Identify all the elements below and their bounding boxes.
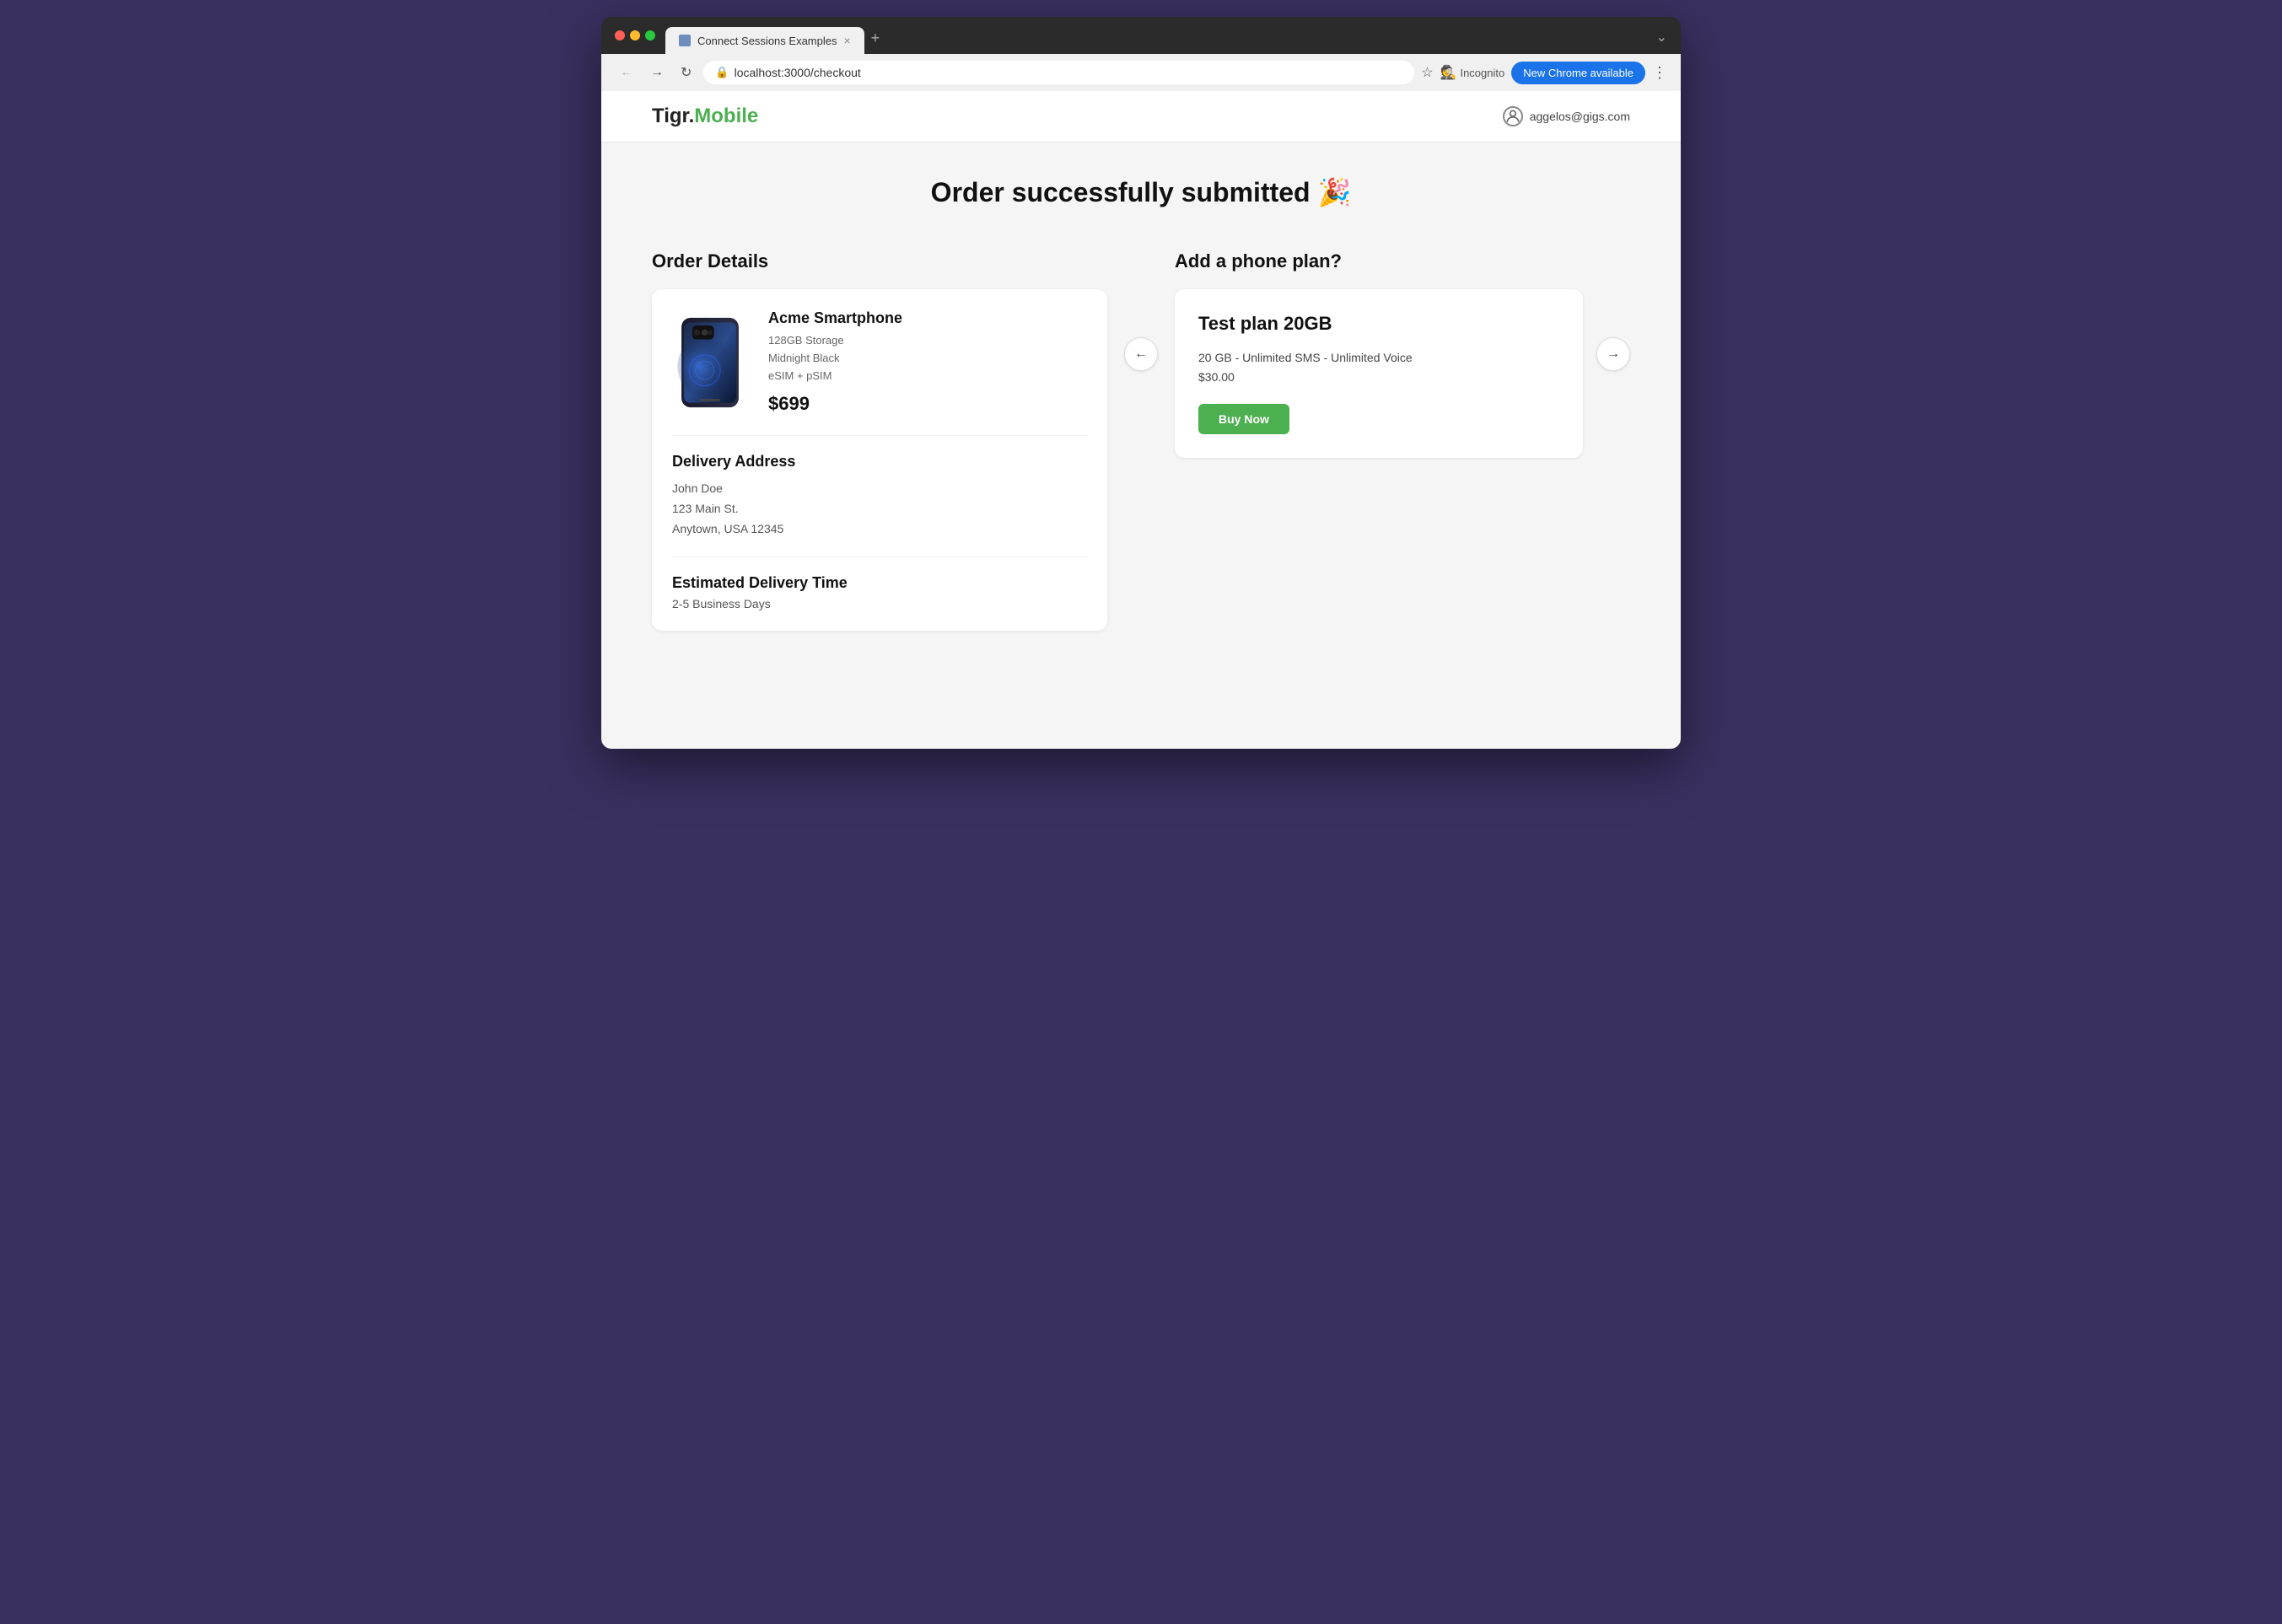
buy-now-button[interactable]: Buy Now [1198, 404, 1289, 434]
delivery-title: Delivery Address [672, 453, 1087, 471]
logo-green: Mobile [694, 105, 758, 127]
browser-titlebar: Connect Sessions Examples × + ⌄ [601, 17, 1681, 54]
phone-plan-title: Add a phone plan? [1175, 250, 1583, 272]
plan-card: Test plan 20GB 20 GB - Unlimited SMS - U… [1175, 289, 1583, 458]
estimated-delivery-section: Estimated Delivery Time 2-5 Business Day… [672, 557, 1087, 610]
site-header: Tigr.Mobile aggelos@gigs.com [601, 91, 1681, 143]
tab-title: Connect Sessions Examples [697, 35, 837, 47]
product-name: Acme Smartphone [768, 309, 1087, 327]
plan-price: $30.00 [1198, 370, 1559, 384]
bookmark-button[interactable]: ☆ [1421, 64, 1433, 81]
delivery-city: Anytown, USA 12345 [672, 519, 1087, 540]
new-tab-button[interactable]: + [864, 30, 887, 54]
delivery-street: 123 Main St. [672, 499, 1087, 519]
close-traffic-light[interactable] [615, 30, 625, 40]
phone-plan-column: ← Add a phone plan? Test plan 20GB 20 GB… [1175, 250, 1630, 458]
minimize-traffic-light[interactable] [630, 30, 640, 40]
user-avatar-icon [1503, 106, 1523, 126]
phone-image [672, 316, 748, 409]
plan-name: Test plan 20GB [1198, 313, 1559, 335]
tab-favicon [679, 35, 691, 46]
traffic-lights [615, 30, 655, 51]
page-content: Tigr.Mobile aggelos@gigs.com Order succe… [601, 91, 1681, 749]
estimated-delivery-title: Estimated Delivery Time [672, 574, 1087, 592]
plan-next-button[interactable]: → [1596, 337, 1630, 371]
order-card: Acme Smartphone 128GB Storage Midnight B… [652, 289, 1107, 631]
site-logo: Tigr.Mobile [652, 105, 758, 128]
reload-button[interactable]: ↻ [675, 61, 697, 84]
address-bar[interactable]: 🔒 localhost:3000/checkout [703, 61, 1414, 84]
order-details-title: Order Details [652, 250, 1107, 272]
user-info: aggelos@gigs.com [1503, 106, 1630, 126]
delivery-section: Delivery Address John Doe 123 Main St. A… [672, 436, 1087, 539]
lock-icon: 🔒 [715, 66, 729, 79]
logo-text: Tigr. [652, 105, 694, 127]
incognito-badge: 🕵️ Incognito [1440, 64, 1505, 81]
product-price: $699 [768, 393, 1087, 415]
browser-toolbar: ← → ↻ 🔒 localhost:3000/checkout ☆ 🕵️ Inc… [601, 54, 1681, 91]
incognito-icon: 🕵️ [1440, 64, 1457, 81]
new-chrome-button[interactable]: New Chrome available [1511, 62, 1645, 84]
product-info: Acme Smartphone 128GB Storage Midnight B… [768, 309, 1087, 415]
product-sim: eSIM + pSIM [768, 368, 1087, 385]
browser-menu-button[interactable]: ⋮ [1652, 64, 1667, 82]
forward-button[interactable]: → [645, 62, 669, 83]
estimated-delivery-time: 2-5 Business Days [672, 597, 1087, 610]
plan-prev-button[interactable]: ← [1124, 337, 1158, 371]
browser-window: Connect Sessions Examples × + ⌄ ← → ↻ 🔒 … [601, 17, 1681, 749]
product-color: Midnight Black [768, 350, 1087, 368]
back-button[interactable]: ← [615, 62, 638, 83]
product-row: Acme Smartphone 128GB Storage Midnight B… [672, 309, 1087, 436]
browser-tabs: Connect Sessions Examples × + [665, 27, 1646, 54]
active-tab[interactable]: Connect Sessions Examples × [665, 27, 864, 54]
user-email: aggelos@gigs.com [1530, 110, 1630, 123]
tab-list-button[interactable]: ⌄ [1656, 29, 1667, 52]
plan-features: 20 GB - Unlimited SMS - Unlimited Voice [1198, 348, 1559, 367]
delivery-name: John Doe [672, 479, 1087, 499]
product-storage: 128GB Storage [768, 332, 1087, 350]
tab-close-button[interactable]: × [843, 34, 850, 47]
incognito-label: Incognito [1460, 67, 1504, 79]
maximize-traffic-light[interactable] [645, 30, 655, 40]
url-text: localhost:3000/checkout [735, 66, 861, 79]
toolbar-right: ☆ 🕵️ Incognito New Chrome available ⋮ [1421, 62, 1667, 84]
order-details-column: Order Details [652, 250, 1107, 631]
page-title: Order successfully submitted 🎉 [652, 176, 1630, 208]
page-body: Order successfully submitted 🎉 Order Det… [601, 143, 1681, 664]
content-columns: Order Details [652, 250, 1630, 631]
